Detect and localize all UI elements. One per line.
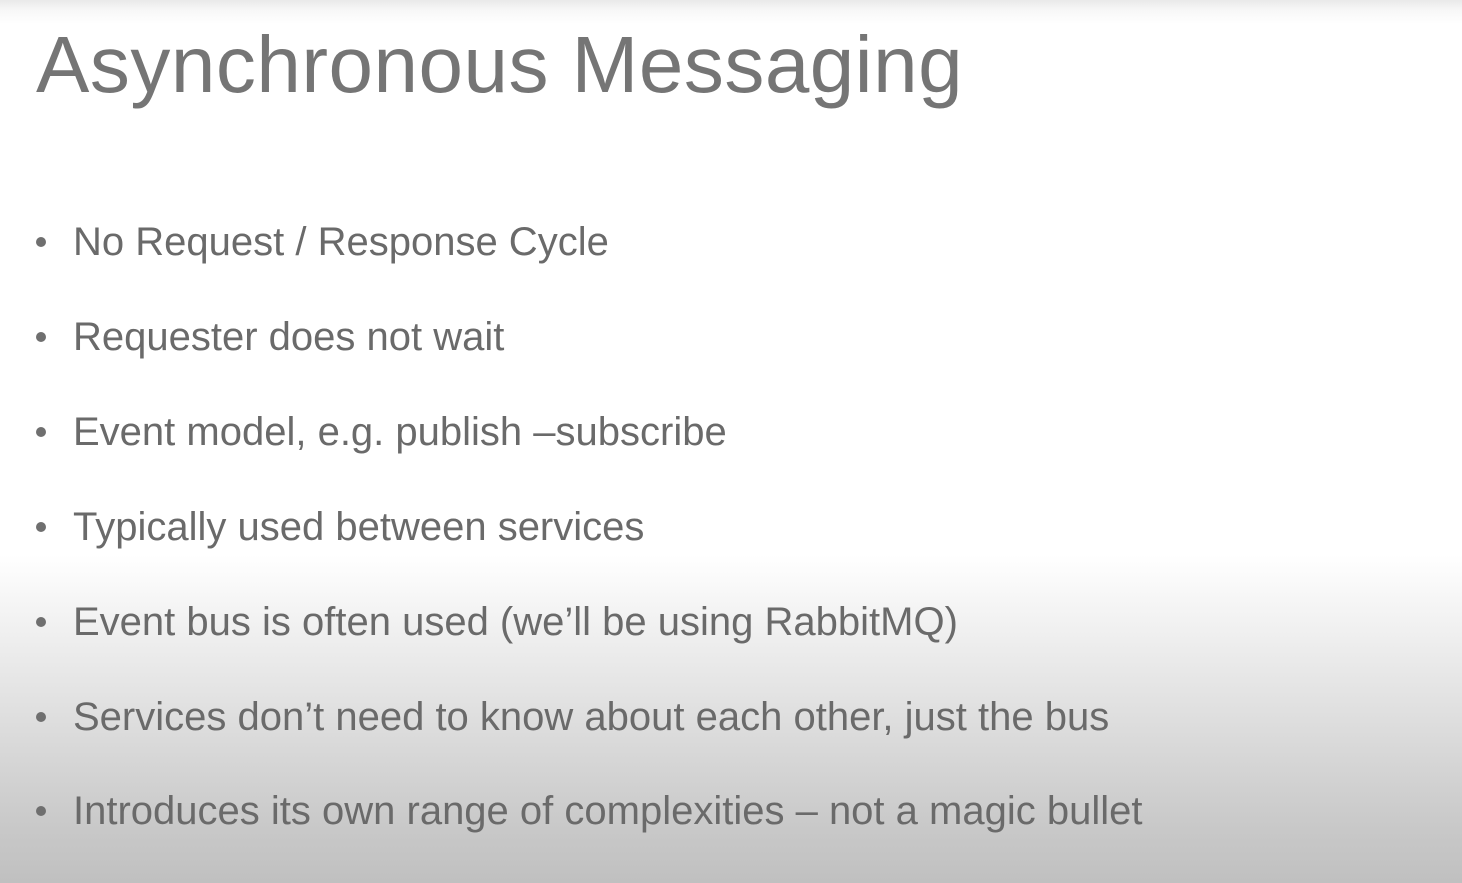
bullet-item: Event model, e.g. publish –subscribe bbox=[36, 402, 727, 462]
bullet-item: Introduces its own range of complexities… bbox=[36, 781, 1142, 841]
bullet-text: Introduces its own range of complexities… bbox=[73, 789, 1143, 833]
bullet-text: Event model, e.g. publish –subscribe bbox=[73, 410, 727, 454]
bullet-text: Event bus is often used (we’ll be using … bbox=[73, 600, 958, 644]
slide-title: Asynchronous Messaging bbox=[36, 20, 964, 109]
bullet-dot-icon bbox=[36, 712, 46, 722]
bullet-dot-icon bbox=[36, 522, 46, 532]
bullet-item: Typically used between services bbox=[36, 497, 644, 557]
bullet-text: No Request / Response Cycle bbox=[73, 220, 609, 264]
bullet-item: Event bus is often used (we’ll be using … bbox=[36, 592, 958, 652]
presentation-slide: Asynchronous Messaging No Request / Resp… bbox=[0, 0, 1462, 883]
bullet-text: Requester does not wait bbox=[73, 315, 505, 359]
bullet-dot-icon bbox=[36, 617, 46, 627]
bullet-item: No Request / Response Cycle bbox=[36, 212, 609, 272]
bullet-item: Services don’t need to know about each o… bbox=[36, 687, 1109, 747]
bullet-text: Services don’t need to know about each o… bbox=[73, 695, 1110, 739]
bullet-text: Typically used between services bbox=[73, 505, 645, 549]
bullet-item: Requester does not wait bbox=[36, 307, 504, 367]
bullet-dot-icon bbox=[36, 332, 46, 342]
bullet-dot-icon bbox=[36, 806, 46, 816]
bullet-dot-icon bbox=[36, 427, 46, 437]
bullet-dot-icon bbox=[36, 237, 46, 247]
